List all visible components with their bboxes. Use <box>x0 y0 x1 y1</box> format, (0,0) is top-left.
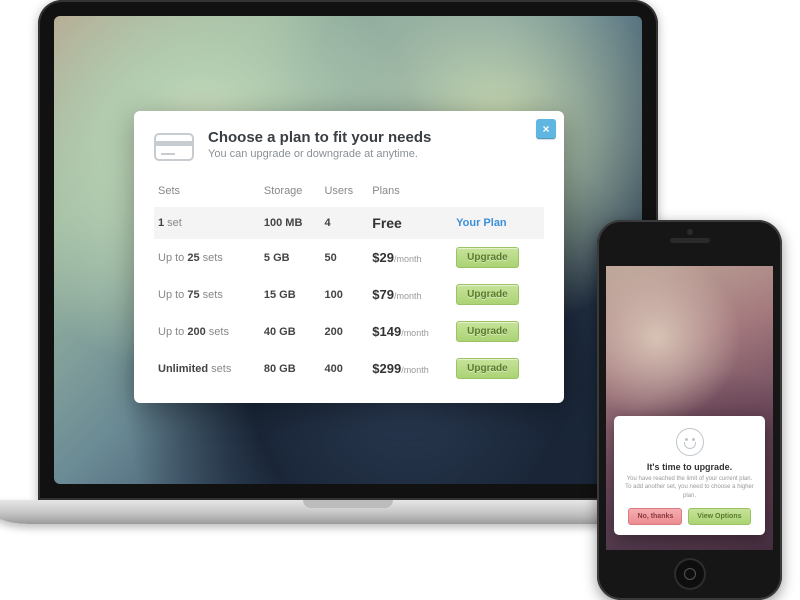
modal-header: Choose a plan to fit your needs You can … <box>154 129 544 161</box>
upgrade-prompt-modal: It's time to upgrade. You have reached t… <box>614 416 765 535</box>
plans-table: Sets Storage Users Plans 1 set 100 MB 4 <box>154 179 544 387</box>
close-icon: × <box>542 122 549 136</box>
table-row: Up to 200 sets 40 GB 200 $149/month Upgr… <box>154 313 544 350</box>
credit-card-icon <box>154 133 194 161</box>
no-thanks-button[interactable]: No, thanks <box>628 508 682 525</box>
home-button[interactable] <box>674 558 706 590</box>
modal-heading-group: Choose a plan to fit your needs You can … <box>208 129 431 161</box>
table-row: Unlimited sets 80 GB 400 $299/month Upgr… <box>154 350 544 387</box>
upgrade-button[interactable]: Upgrade <box>456 284 519 305</box>
prompt-body: You have reached the limit of your curre… <box>624 475 755 500</box>
current-plan-marker: Your Plan <box>456 217 507 229</box>
prompt-actions: No, thanks View Options <box>624 508 755 525</box>
smiley-icon <box>676 428 704 456</box>
laptop-bezel: × Choose a plan to fit your needs You ca… <box>38 0 658 500</box>
col-storage: Storage <box>260 179 321 207</box>
table-row: Up to 25 sets 5 GB 50 $29/month Upgrade <box>154 239 544 276</box>
table-row: 1 set 100 MB 4 Free Your Plan <box>154 207 544 239</box>
phone-screen: It's time to upgrade. You have reached t… <box>606 266 773 550</box>
table-row: Up to 75 sets 15 GB 100 $79/month Upgrad… <box>154 276 544 313</box>
col-users: Users <box>320 179 368 207</box>
upgrade-button[interactable]: Upgrade <box>456 321 519 342</box>
laptop-mockup: × Choose a plan to fit your needs You ca… <box>38 0 658 540</box>
laptop-screen: × Choose a plan to fit your needs You ca… <box>54 16 642 484</box>
prompt-title: It's time to upgrade. <box>624 462 755 472</box>
view-options-button[interactable]: View Options <box>688 508 750 525</box>
upgrade-button[interactable]: Upgrade <box>456 247 519 268</box>
close-button[interactable]: × <box>536 119 556 139</box>
modal-title: Choose a plan to fit your needs <box>208 129 431 146</box>
storage-value: 100 MB <box>264 217 303 229</box>
table-header-row: Sets Storage Users Plans <box>154 179 544 207</box>
users-value: 4 <box>324 217 330 229</box>
phone-mockup: It's time to upgrade. You have reached t… <box>597 220 782 600</box>
upgrade-button[interactable]: Upgrade <box>456 358 519 379</box>
modal-subtitle: You can upgrade or downgrade at anytime. <box>208 148 431 160</box>
price-value: Free <box>372 215 402 231</box>
pricing-modal: × Choose a plan to fit your needs You ca… <box>134 111 564 403</box>
col-sets: Sets <box>154 179 260 207</box>
col-plans: Plans <box>368 179 452 207</box>
